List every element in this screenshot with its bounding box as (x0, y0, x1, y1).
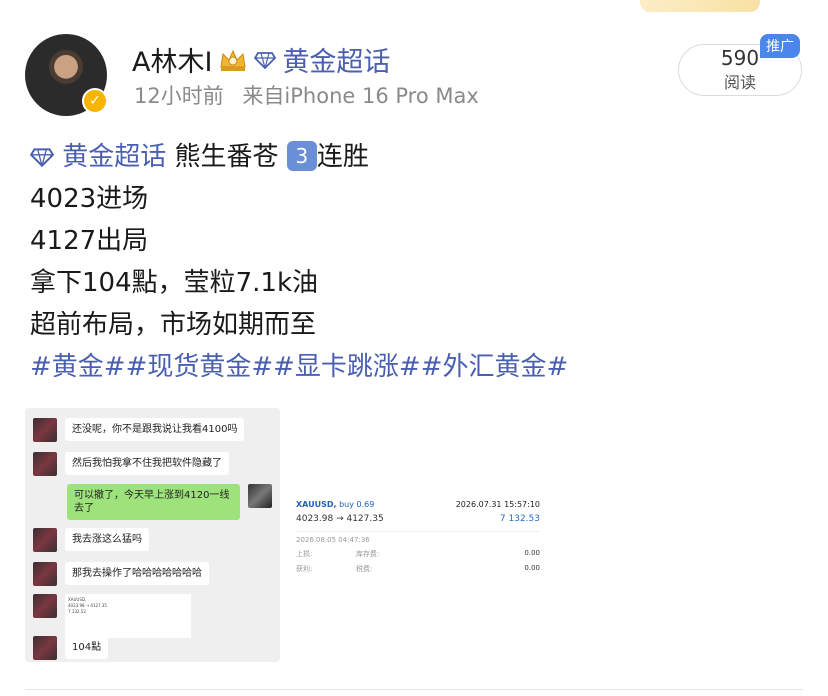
trade-profit: 7 132.53 (499, 514, 540, 524)
chat-avatar (248, 484, 272, 508)
read-count: 590 (720, 46, 760, 70)
content-line-1: 黄金超话 熊生番苍 3 连胜 (30, 136, 568, 178)
diamond-icon (254, 51, 277, 69)
chat-bubble: 我去涨这么猛吗 (65, 528, 149, 551)
post-time: 12小时前 (134, 84, 224, 108)
trade-row-value: 0.00 (524, 549, 540, 557)
chat-avatar (33, 418, 57, 442)
hashtag-links[interactable]: #黄金##现货黄金##显卡跳涨##外汇黄金# (30, 346, 568, 388)
chat-avatar (33, 594, 57, 618)
trade-close-time: 2026.07.31 15:57:10 (455, 500, 540, 509)
content-line-2: 4023进场 (30, 184, 149, 214)
super-topic-link[interactable]: 黄金超话 (282, 40, 390, 79)
avatar[interactable]: ✓ (25, 34, 108, 116)
crown-icon (220, 49, 247, 71)
top-decoration (640, 0, 760, 12)
line1-suffix: 连胜 (316, 142, 369, 172)
chat-message: 然后我怕我拿不住我把软件隐藏了 (33, 452, 229, 476)
chat-message: 可以撤了，今天早上涨到4120一线去了 (67, 484, 272, 520)
chat-message: XAUUSD, 4023.98 → 4127.35 7 132.53 (33, 594, 191, 638)
divider (25, 689, 803, 690)
read-label: 阅读 (723, 73, 756, 92)
topic-link[interactable]: 黄金超话 (62, 142, 166, 172)
trade-row-label: 获利: (296, 565, 313, 573)
chat-bubble: 然后我怕我拿不住我把软件隐藏了 (65, 452, 229, 475)
username[interactable]: A林木I (132, 40, 212, 79)
post-content: 黄金超话 熊生番苍 3 连胜 4023进场 4127出局 拿下104點，莹粒7.1… (30, 136, 568, 388)
chat-trade-card: XAUUSD, 4023.98 → 4127.35 7 132.53 (65, 594, 191, 638)
chat-message: 还没呢，你不是跟我说让我看4100吗 (33, 418, 245, 442)
line1-text: 熊生番苍 (174, 142, 279, 172)
trade-open-time: 2026.08.05 04:47:36 (296, 531, 540, 544)
trade-screenshot-image[interactable]: XAUUSD, buy 0.69 2026.07.31 15:57:10 402… (296, 500, 540, 574)
trade-row-label: 上损: (296, 550, 313, 558)
post-meta: 12小时前 来自iPhone 16 Pro Max (134, 80, 479, 110)
chat-bubble: 还没呢，你不是跟我说让我看4100吗 (65, 418, 245, 441)
trade-row-mid: 税费: (356, 565, 373, 573)
content-line-3: 4127出局 (30, 226, 149, 256)
verified-badge-icon: ✓ (82, 88, 108, 114)
post-source: 来自iPhone 16 Pro Max (242, 84, 479, 108)
trade-header: XAUUSD, buy 0.69 2026.07.31 15:57:10 (296, 500, 540, 509)
trade-symbol: XAUUSD, (296, 500, 337, 509)
chat-avatar (33, 528, 57, 552)
number-badge: 3 (286, 141, 317, 171)
content-line-5: 超前布局，市场如期而至 (30, 310, 317, 340)
post-header: A林木I 黄金超话 (132, 40, 390, 79)
chat-message: 104點 (33, 636, 109, 660)
chat-bubble: 那我去操作了哈哈哈哈哈哈哈 (65, 562, 209, 585)
chat-avatar (33, 452, 57, 476)
trade-row-value: 0.00 (524, 564, 540, 572)
mini-profit: 7 132.53 (68, 609, 86, 614)
trade-prices: 4023.98 → 4127.35 (296, 514, 384, 524)
content-line-4: 拿下104點，莹粒7.1k油 (30, 268, 319, 298)
chat-bubble: 104點 (65, 636, 109, 659)
promo-badge: 推广 (760, 34, 800, 58)
trade-side: buy 0.69 (339, 500, 375, 509)
chat-message: 我去涨这么猛吗 (33, 528, 149, 552)
trade-prices-row: 4023.98 → 4127.35 7 132.53 (296, 514, 540, 524)
chat-screenshot-image[interactable]: 还没呢，你不是跟我说让我看4100吗 然后我怕我拿不住我把软件隐藏了 可以撤了，… (25, 408, 280, 662)
diamond-icon (30, 148, 54, 167)
trade-row-mid: 库存费: (356, 550, 380, 558)
chat-avatar (33, 562, 57, 586)
trade-row: 上损: 库存费: 0.00 (296, 549, 540, 559)
chat-message: 那我去操作了哈哈哈哈哈哈哈 (33, 562, 209, 586)
chat-bubble: 可以撤了，今天早上涨到4120一线去了 (67, 484, 241, 520)
trade-row: 获利: 税费: 0.00 (296, 564, 540, 574)
chat-avatar (33, 636, 57, 660)
